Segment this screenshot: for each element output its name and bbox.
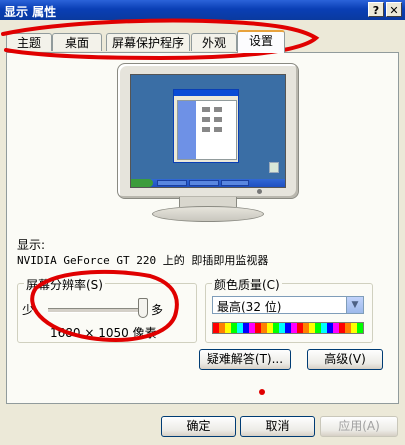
chevron-down-icon[interactable]: ▼ [346,297,363,313]
close-button[interactable]: ✕ [386,2,402,17]
resolution-value: 1680 × 1050 像素 [50,326,157,340]
tab-strip: 主题 桌面 屏幕保护程序 外观 设置 [6,30,401,53]
tab-appearance[interactable]: 外观 [191,33,237,51]
annotation-dot [259,389,265,395]
start-button-icon [131,179,153,187]
troubleshoot-button[interactable]: 疑难解答(T)... [199,349,291,370]
monitor-base [152,206,264,222]
tab-settings[interactable]: 设置 [237,30,285,53]
color-quality-value: 最高(32 位) [217,300,282,314]
advanced-button[interactable]: 高级(V) [307,349,383,370]
resolution-slider-track[interactable] [48,308,148,313]
color-quality-select[interactable]: 最高(32 位) ▼ [212,296,364,314]
display-label: 显示: [17,238,46,252]
screen-preview [130,74,286,188]
display-device: NVIDIA GeForce GT 220 上的 即插即用监视器 [17,254,269,267]
slider-max-label: 多 [151,303,164,317]
monitor-preview [117,63,299,199]
resolution-legend: 屏幕分辨率(S) [24,276,105,293]
settings-panel: 显示: NVIDIA GeForce GT 220 上的 即插即用监视器 屏幕分… [6,52,399,404]
tab-theme[interactable]: 主题 [6,33,52,51]
title-bar: 显示 属性 ? ✕ [0,0,405,20]
apply-button[interactable]: 应用(A) [320,416,398,437]
resolution-group: 屏幕分辨率(S) 少 多 1680 × 1050 像素 [17,276,197,343]
tab-desktop[interactable]: 桌面 [52,33,102,51]
color-quality-legend: 颜色质量(C) [212,276,282,293]
slider-min-label: 少 [22,303,35,317]
tab-screensaver[interactable]: 屏幕保护程序 [106,33,190,51]
recycle-bin-icon [269,162,279,173]
cancel-button[interactable]: 取消 [240,416,315,437]
help-button[interactable]: ? [368,2,384,17]
power-led-icon [257,189,262,194]
window-title: 显示 属性 [4,5,57,19]
preview-window [173,89,239,163]
resolution-slider-thumb[interactable] [138,298,148,318]
color-quality-group: 颜色质量(C) 最高(32 位) ▼ [205,276,373,343]
ok-button[interactable]: 确定 [161,416,236,437]
color-spectrum-bar [212,322,364,334]
